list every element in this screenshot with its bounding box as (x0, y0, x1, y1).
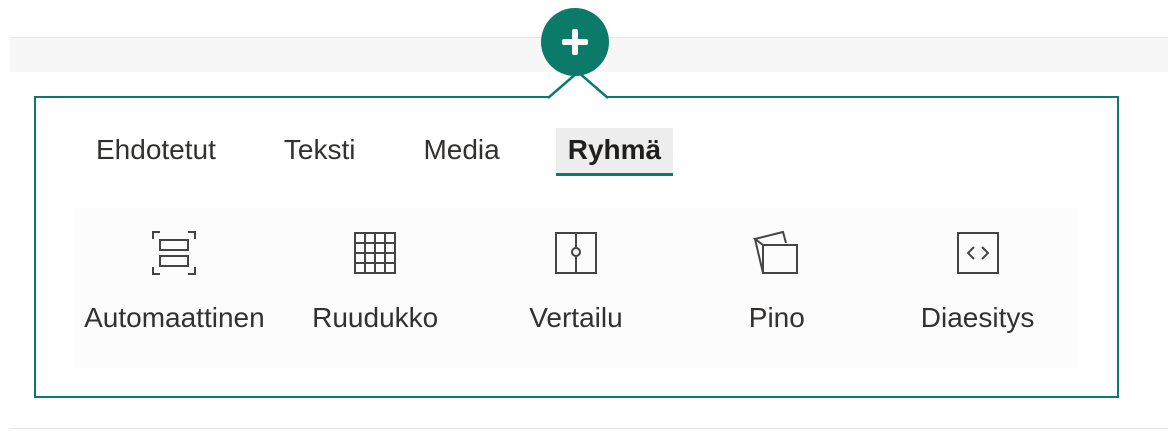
layout-option-label: Vertailu (529, 302, 623, 333)
layout-option-label: Automaattinen (84, 302, 265, 333)
layout-option-label: Ruudukko (312, 302, 439, 333)
section-bottom-divider (10, 428, 1168, 429)
plus-icon (562, 29, 588, 55)
layout-option-grid[interactable]: Ruudukko (275, 208, 476, 368)
auto-layout-icon (152, 231, 197, 275)
tab-suggested[interactable]: Ehdotetut (84, 128, 228, 176)
layout-options: Automaattinen Ruudukko Vertailu Pino Dia… (74, 208, 1078, 368)
grid-icon (354, 232, 397, 274)
tab-media[interactable]: Media (411, 128, 511, 176)
slideshow-icon (956, 232, 999, 274)
tab-text[interactable]: Teksti (272, 128, 368, 176)
layout-picker-panel: Ehdotetut Teksti Media Ryhmä Automaattin… (34, 96, 1119, 398)
category-tabs: Ehdotetut Teksti Media Ryhmä (84, 128, 717, 176)
layout-option-slideshow[interactable]: Diaesitys (877, 208, 1078, 368)
stack-icon (752, 230, 798, 274)
compare-icon (554, 232, 597, 274)
add-section-button[interactable] (541, 8, 609, 76)
layout-option-label: Pino (748, 302, 805, 333)
tab-group[interactable]: Ryhmä (555, 128, 674, 176)
layout-option-compare[interactable]: Vertailu (476, 208, 677, 368)
layout-option-stack[interactable]: Pino (676, 208, 877, 368)
layout-option-label: Diaesitys (920, 302, 1035, 333)
layout-option-automatic[interactable]: Automaattinen (74, 208, 275, 368)
